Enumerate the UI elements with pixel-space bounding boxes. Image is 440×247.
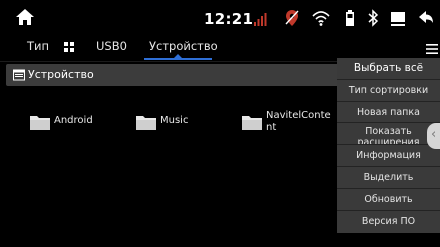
folder-icon (30, 116, 50, 130)
menu-item-select[interactable]: Выделить (337, 167, 440, 189)
tab-device[interactable]: Устройство (149, 39, 218, 53)
gps-off-icon (285, 10, 299, 26)
menu-item-show-extensions[interactable]: Показать расширения (337, 123, 440, 146)
screen-icon[interactable] (390, 9, 406, 27)
folder-icon (136, 116, 156, 130)
device-folder-icon (13, 69, 25, 81)
home-icon[interactable] (16, 9, 34, 25)
folder-item-android[interactable]: Android (29, 111, 119, 135)
menu-item-sort-type[interactable]: Тип сортировки (337, 80, 440, 102)
menu-item-refresh[interactable]: Обновить (337, 189, 440, 211)
folder-name: Android (54, 115, 93, 126)
folder-name: Music (160, 115, 189, 126)
folder-name: NavitelConte nt (266, 110, 331, 133)
menu-item-info[interactable]: Информация (337, 145, 440, 167)
tab-indicator (144, 58, 212, 60)
current-path: Устройство (28, 68, 94, 81)
bluetooth-icon (368, 9, 379, 27)
folder-icon (242, 116, 262, 130)
menu-item-select-all[interactable]: Выбрать всё (337, 58, 440, 80)
context-menu: Выбрать всё Тип сортировки Новая папка П… (337, 58, 440, 233)
back-icon[interactable] (418, 9, 434, 27)
battery-icon (346, 10, 354, 26)
tab-type[interactable]: Тип (27, 39, 49, 53)
wifi-icon (312, 11, 330, 26)
chevron-left-icon: ‹ (431, 127, 437, 142)
folder-item-music[interactable]: Music (135, 111, 225, 135)
status-bar: 12:21 (0, 0, 440, 36)
signal-icon (254, 13, 267, 26)
menu-item-new-folder[interactable]: Новая папка (337, 102, 440, 124)
overflow-menu-icon[interactable] (426, 43, 438, 55)
clock: 12:21 (204, 10, 254, 28)
tab-indicator-notch (174, 54, 182, 58)
menu-item-software-version[interactable]: Версия ПО (337, 211, 440, 233)
grid-icon[interactable] (64, 42, 74, 52)
tab-usb0[interactable]: USB0 (96, 39, 127, 53)
folder-item-navitelcontent[interactable]: NavitelConte nt (241, 110, 336, 135)
